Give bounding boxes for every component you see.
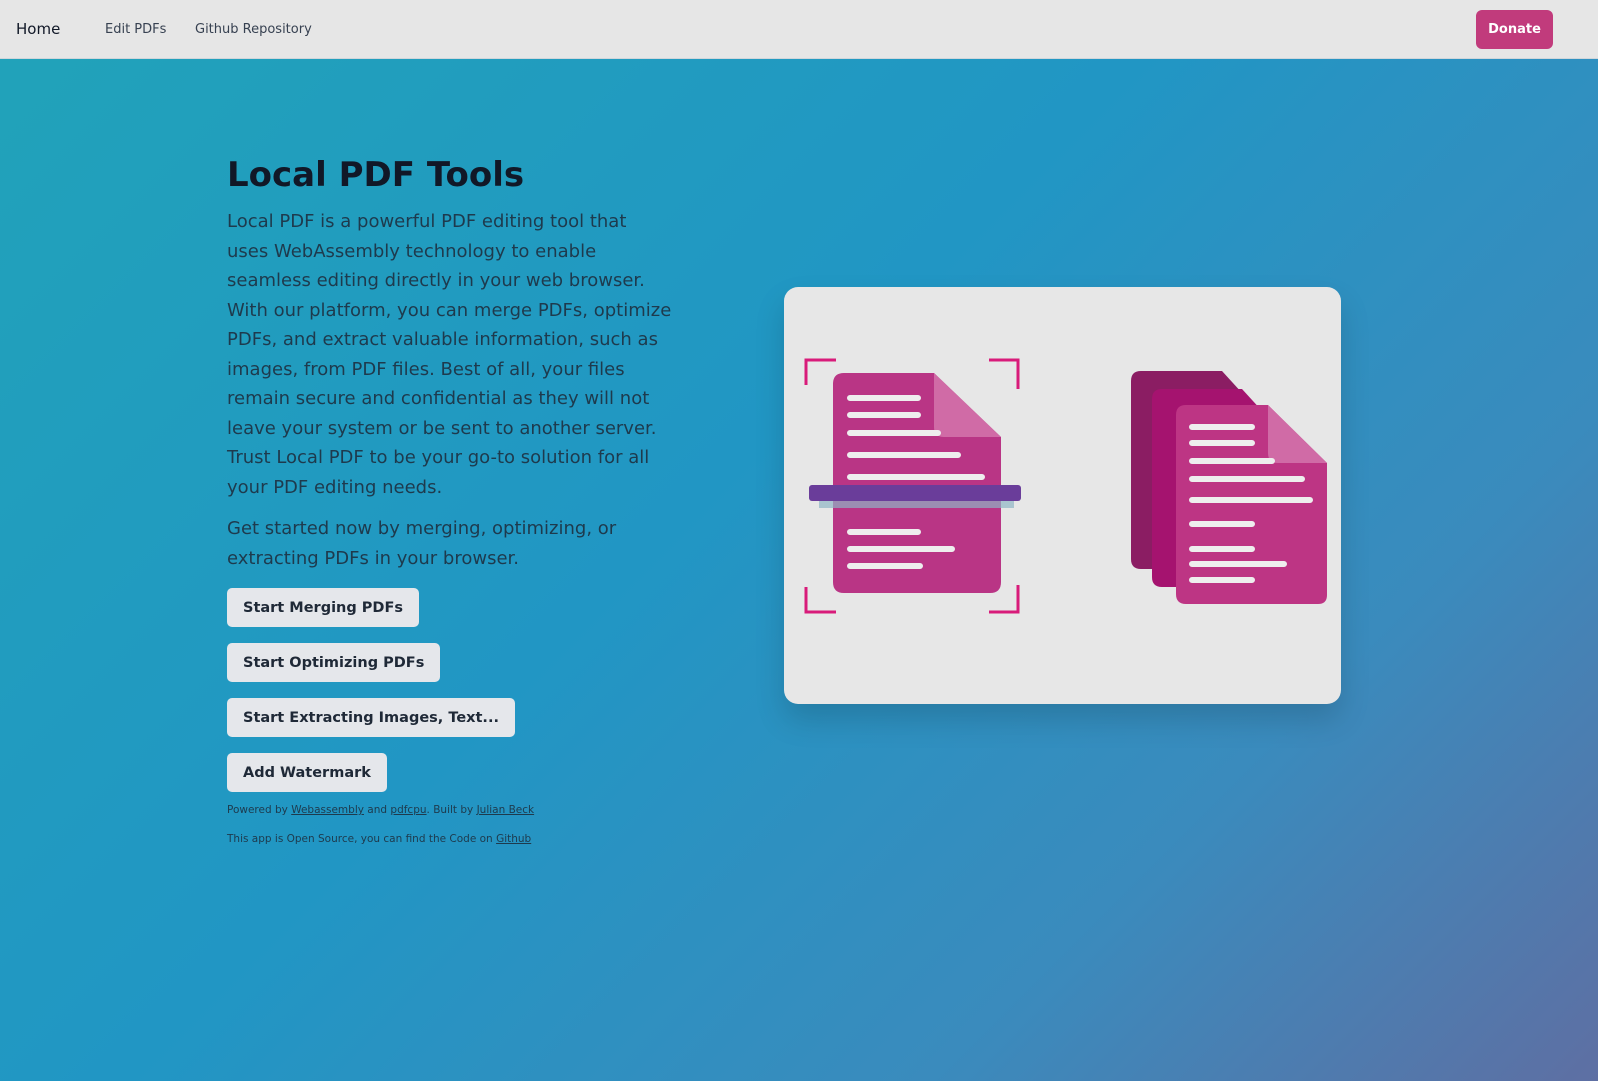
nav-github-repository[interactable]: Github Repository <box>195 22 312 37</box>
open-source-text: This app is Open Source, you can find th… <box>227 833 497 845</box>
built-text: . Built by <box>426 804 477 816</box>
start-optimizing-button[interactable]: Start Optimizing PDFs <box>227 643 441 682</box>
and-text: and <box>363 804 391 816</box>
webassembly-link[interactable]: Webassembly <box>291 804 364 816</box>
top-nav: Home Edit PDFs Github Repository Donate <box>0 0 1598 59</box>
illustration-card <box>784 287 1341 704</box>
start-extracting-button[interactable]: Start Extracting Images, Text... <box>227 698 515 737</box>
author-link[interactable]: Julian Beck <box>477 804 535 816</box>
github-link[interactable]: Github <box>496 833 531 845</box>
start-merging-button[interactable]: Start Merging PDFs <box>227 588 420 627</box>
multiple-documents-icon <box>1131 371 1327 604</box>
pdf-illustration <box>804 358 1327 614</box>
nav-home[interactable]: Home <box>16 20 60 38</box>
open-source-note: This app is Open Source, you can find th… <box>227 833 672 845</box>
hero: Local PDF Tools Local PDF is a powerful … <box>227 155 672 866</box>
add-watermark-button[interactable]: Add Watermark <box>227 753 387 792</box>
powered-text: Powered by <box>227 804 292 816</box>
donate-button[interactable]: Donate <box>1476 10 1553 49</box>
powered-by: Powered by Webassembly and pdfcpu. Built… <box>227 804 672 816</box>
page-title: Local PDF Tools <box>227 155 525 195</box>
description: Local PDF is a powerful PDF editing tool… <box>227 211 672 498</box>
pdfcpu-link[interactable]: pdfcpu <box>390 804 426 816</box>
nav-edit-pdfs[interactable]: Edit PDFs <box>105 22 166 37</box>
call-to-action: Get started now by merging, optimizing, … <box>227 518 617 569</box>
